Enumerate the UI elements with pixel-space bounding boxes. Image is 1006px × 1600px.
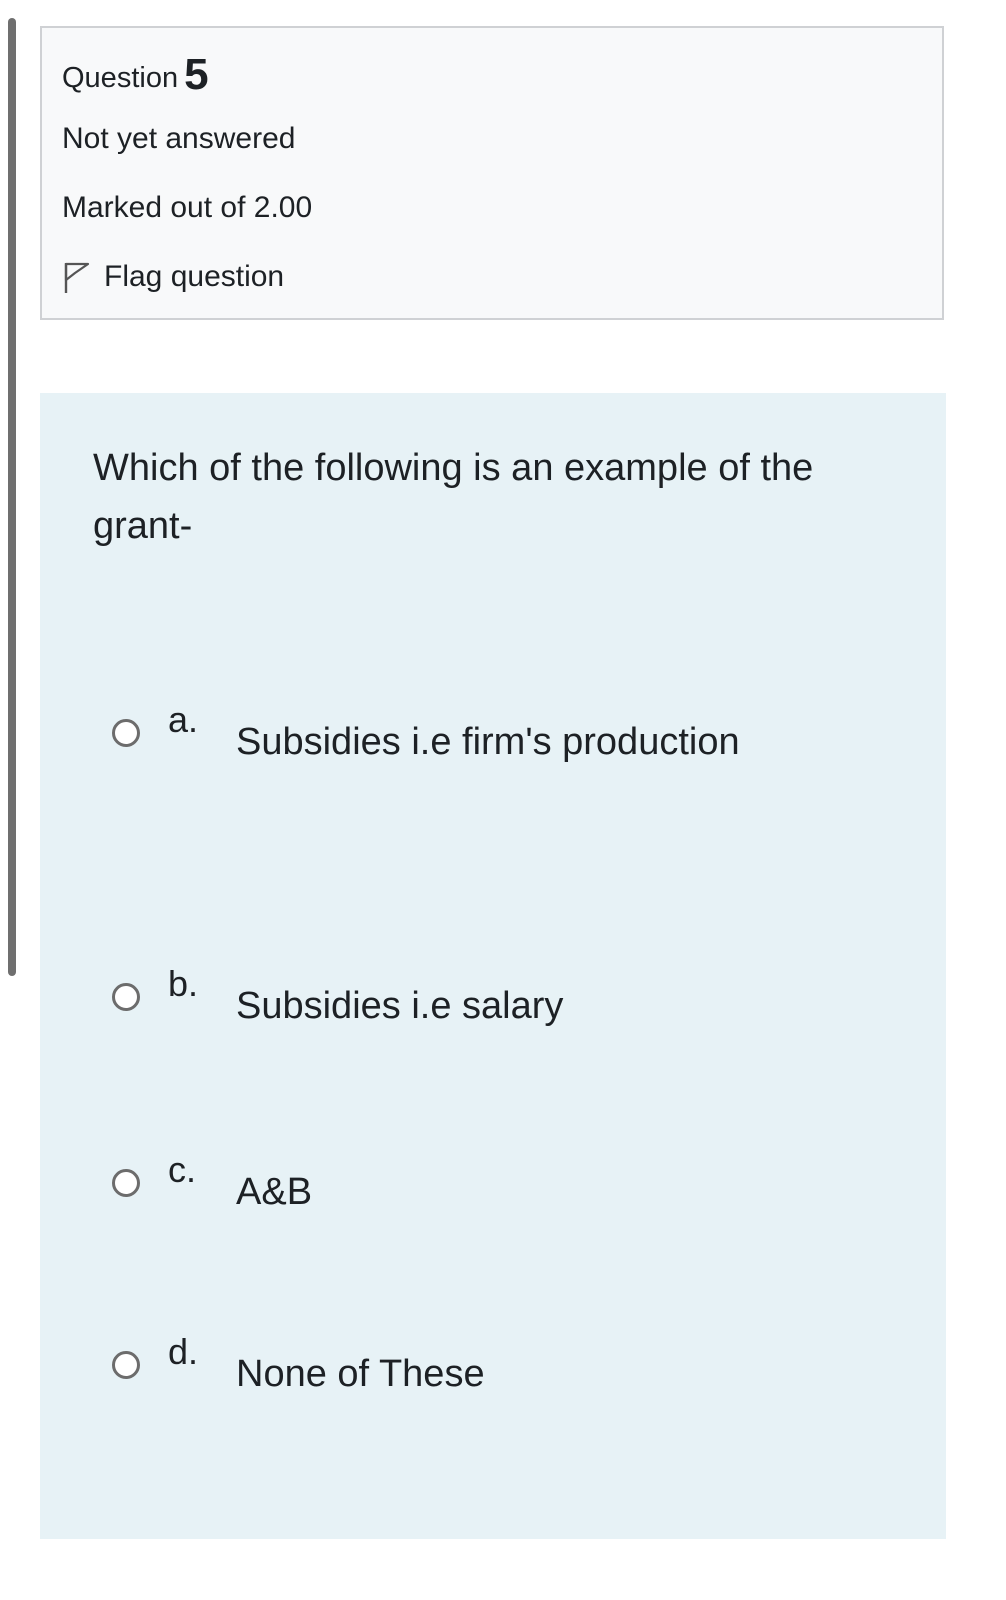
question-info-panel: Question 5 Not yet answered Marked out of… [40,26,944,320]
flag-question-button[interactable]: Flag question [62,260,284,294]
option-letter-b: b. [168,963,199,1004]
answer-option-a[interactable]: a. Subsidies i.e firm's production [112,699,740,763]
option-letter-d: d. [168,1331,199,1372]
question-heading: Question 5 [62,50,209,100]
option-letter-c: c. [168,1149,197,1190]
question-number: 5 [184,50,209,99]
question-content-panel: Which of the following is an example of … [40,393,946,1539]
question-state: Not yet answered [62,122,296,155]
flag-question-label: Flag question [104,260,285,293]
answer-option-d[interactable]: d. None of These [112,1331,485,1395]
option-letter-a: a. [168,699,199,740]
option-text-d[interactable]: None of These [236,1353,485,1396]
radio-button-a[interactable] [112,719,140,747]
radio-button-c[interactable] [112,1169,140,1197]
question-label: Question [62,62,179,94]
answer-option-c[interactable]: c. A&B [112,1149,312,1213]
radio-button-b[interactable] [112,983,140,1011]
answer-option-b[interactable]: b. Subsidies i.e salary [112,963,563,1027]
scrollbar[interactable] [8,18,16,976]
option-text-b[interactable]: Subsidies i.e salary [236,985,563,1028]
option-text-c[interactable]: A&B [236,1171,312,1214]
option-text-a[interactable]: Subsidies i.e firm's production [236,721,740,764]
quiz-page: Question 5 Not yet answered Marked out of… [0,0,1006,1600]
question-grade: Marked out of 2.00 [62,191,313,224]
flag-outline-icon [64,262,90,293]
radio-button-d[interactable] [112,1351,140,1379]
question-text: Which of the following is an example of … [93,447,814,547]
